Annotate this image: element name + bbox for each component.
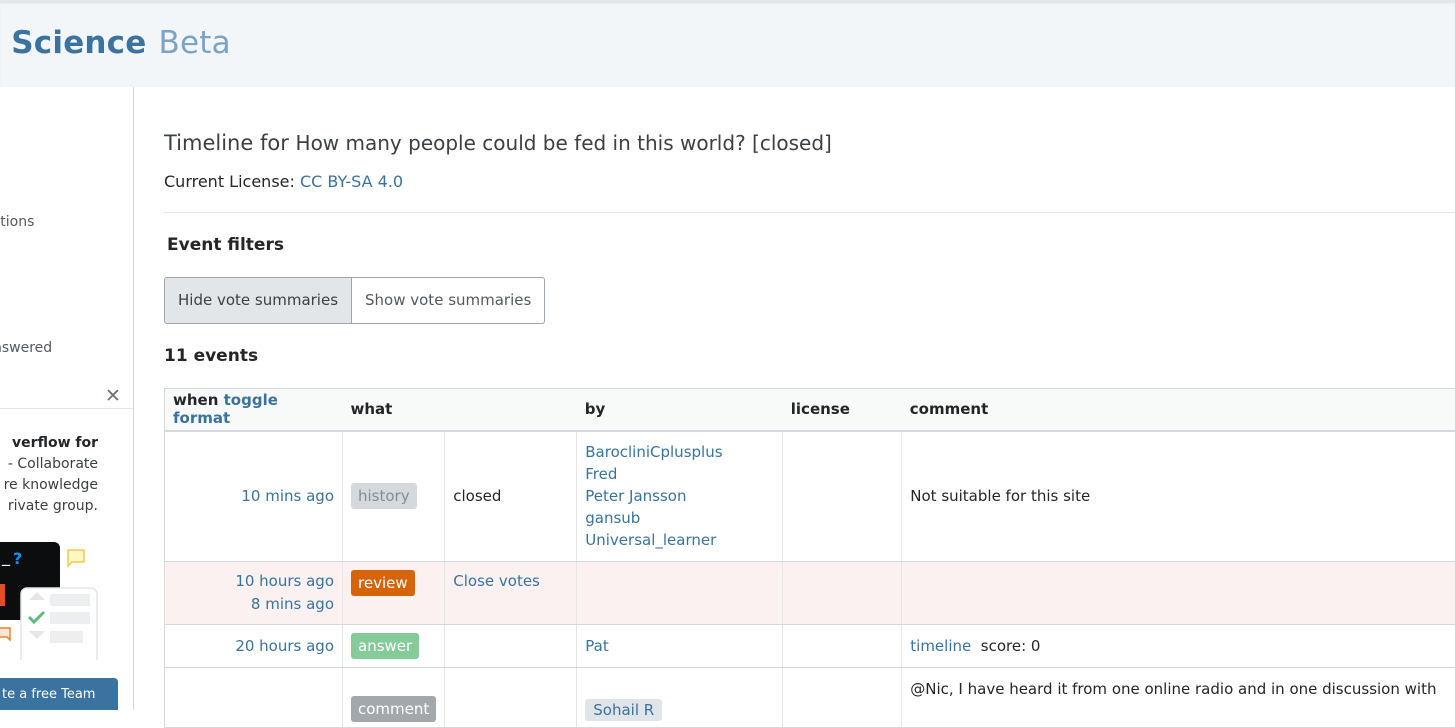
show-vote-summaries-button[interactable]: Show vote summaries [352,277,545,324]
site-logo[interactable]: h Science Beta [0,25,231,61]
event-comment: timeline score: 0 [902,625,1455,668]
event-action: Close votes [445,562,577,625]
divider [164,212,1455,213]
time-link[interactable]: 8 mins ago [173,593,334,616]
beta-label: Beta [159,25,231,61]
event-comment: @Nic, I have heard it from one online ra… [902,668,1455,728]
user-link[interactable]: Pat [585,637,608,655]
sidebar-item-unanswered[interactable]: nswered [0,340,52,356]
page-title: Timeline for How many people could be fe… [164,131,832,155]
history-badge[interactable]: history [351,483,417,509]
event-filters-heading: Event filters [167,235,284,255]
comment-badge[interactable]: comment [351,696,436,722]
user-link[interactable]: gansub [585,509,640,527]
sidebar-item-label: nswered [0,340,52,356]
answer-badge[interactable]: answer [351,633,419,659]
event-time[interactable] [165,668,343,728]
time-link[interactable]: 20 hours ago [173,635,334,658]
event-license [783,625,902,668]
col-when-label: when [173,391,218,409]
teams-promo-text: verflow for - Collaborate re knowledge r… [0,433,98,517]
time-link[interactable]: 10 mins ago [173,485,334,508]
col-license: license [783,389,902,431]
sidebar-item-label: stions [0,214,34,230]
event-type-cell: review [343,562,445,625]
event-action: closed [445,431,577,562]
promo-line: - Collaborate [0,454,98,475]
event-comment [902,562,1455,625]
event-action [445,625,577,668]
user-link[interactable]: BarocliniCplusplus [585,443,722,461]
event-users [577,562,783,625]
question-title-link[interactable]: How many people could be fed in this wor… [296,131,832,155]
promo-title: verflow for [0,433,98,454]
event-license [783,668,902,728]
timeline-link[interactable]: timeline [910,637,971,655]
license-link[interactable]: CC BY-SA 4.0 [300,172,403,191]
title-prefix: Timeline for [164,131,289,155]
col-by: by [577,389,783,431]
table-row: 10 mins ago history closed BarocliniCplu… [165,431,1455,562]
event-time[interactable]: 20 hours ago [165,625,343,668]
divider [0,408,134,409]
event-action [445,668,577,728]
event-license [783,431,902,562]
teams-illustration-icon: _ ? [0,540,134,660]
create-team-button[interactable]: te a free Team [0,678,118,710]
table-row: comment Sohail R @Nic, I have heard it f… [165,668,1455,728]
svg-text:_: _ [1,547,11,567]
left-sidebar: stions s nswered ✕ verflow for - Collabo… [0,87,134,710]
svg-text:?: ? [13,549,22,568]
user-link[interactable]: Peter Jansson [585,487,686,505]
user-link[interactable]: Fred [585,465,617,483]
col-what: what [343,389,577,431]
event-time[interactable]: 10 hours ago 8 mins ago [165,562,343,625]
review-badge[interactable]: review [351,570,415,596]
event-type-cell: history [343,431,445,562]
promo-line: re knowledge [0,475,98,496]
score-label: score: 0 [981,637,1041,655]
col-when: when toggle format [165,389,343,431]
site-name[interactable]: h Science [0,25,147,61]
table-header-row: when toggle format what by license comme… [165,389,1455,431]
event-users: Pat [577,625,783,668]
hide-vote-summaries-button[interactable]: Hide vote summaries [164,277,352,324]
sidebar-item-questions[interactable]: stions [0,214,34,230]
event-type-cell: comment [343,668,445,728]
time-link[interactable]: 10 hours ago [173,570,334,593]
license-line: Current License: CC BY-SA 4.0 [164,172,403,191]
timeline-table: when toggle format what by license comme… [164,388,1455,728]
event-time[interactable]: 10 mins ago [165,431,343,562]
event-type-cell: answer [343,625,445,668]
table-row: 20 hours ago answer Pat timeline score: … [165,625,1455,668]
user-link[interactable]: Universal_learner [585,531,716,549]
vote-summary-toggle: Hide vote summaries Show vote summaries [164,277,545,324]
col-comment: comment [902,389,1455,431]
event-users: BarocliniCplusplus Fred Peter Jansson ga… [577,431,783,562]
user-link[interactable]: Sohail R [585,699,662,721]
events-count: 11 events [164,346,258,366]
event-users: Sohail R [577,668,783,728]
close-icon[interactable]: ✕ [105,387,121,406]
license-label: Current License: [164,172,295,191]
promo-line: rivate group. [0,496,98,517]
table-row: 10 hours ago 8 mins ago review Close vot… [165,562,1455,625]
event-comment: Not suitable for this site [902,431,1455,562]
close-votes-link[interactable]: Close votes [453,572,540,590]
site-header: h Science Beta [0,0,1455,87]
event-license [783,562,902,625]
